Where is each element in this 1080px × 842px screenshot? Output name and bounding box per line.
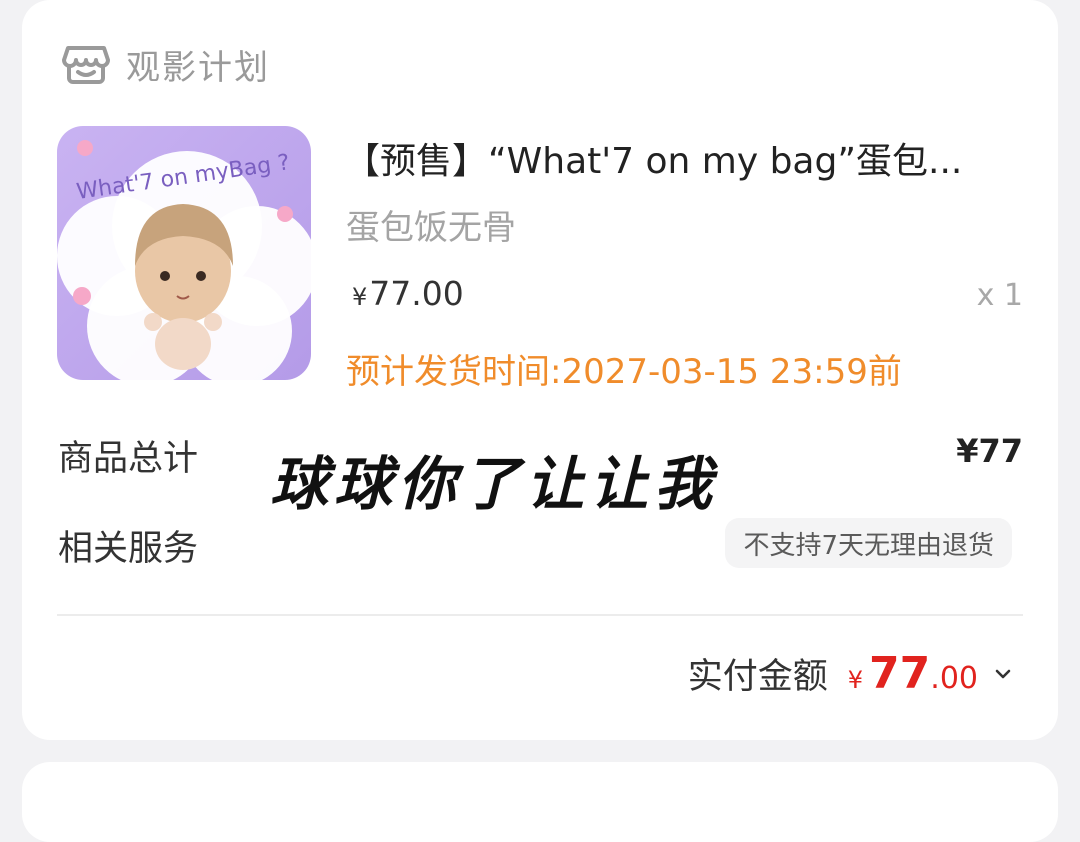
- product-illustration: What'7 on myBag ?: [57, 126, 311, 380]
- product-title[interactable]: 【预售】“What'7 on my bag”蛋包...: [344, 132, 1044, 184]
- order-card: 观影计划 What'7 on myBag ? 【预售】“What'7 on my…: [22, 0, 1058, 740]
- paid-integer: 77: [869, 648, 931, 699]
- paid-amount-row[interactable]: 实付金额 ¥ 77 .00: [688, 648, 1014, 699]
- price-symbol: ¥: [352, 283, 368, 311]
- product-image[interactable]: What'7 on myBag ?: [57, 126, 311, 380]
- service-label: 相关服务: [58, 529, 199, 569]
- store-icon: [62, 46, 110, 84]
- handwriting-text: 球球你了让让我: [270, 450, 718, 518]
- service-tag[interactable]: 不支持7天无理由退货: [725, 518, 1012, 568]
- total-value: ¥77: [956, 432, 1023, 470]
- chevron-down-icon[interactable]: [992, 663, 1014, 685]
- paid-label: 实付金额: [687, 657, 828, 697]
- ship-time: 预计发货时间:2027-03-15 23:59前: [346, 352, 902, 392]
- total-label: 商品总计: [58, 439, 199, 479]
- product-price: ¥77.00: [352, 274, 464, 313]
- product-quantity: x 1: [976, 278, 1023, 313]
- divider: [57, 614, 1023, 616]
- price-amount: 77.00: [369, 274, 464, 313]
- next-card: [22, 762, 1058, 842]
- paid-symbol: ¥: [847, 666, 864, 694]
- shop-name: 观影计划: [126, 47, 270, 88]
- product-spec: 蛋包饭无骨: [346, 208, 516, 248]
- paid-decimal: .00: [930, 661, 978, 696]
- shop-header[interactable]: 观影计划: [60, 38, 270, 90]
- handwriting-overlay: 球球你了让让我: [270, 450, 718, 518]
